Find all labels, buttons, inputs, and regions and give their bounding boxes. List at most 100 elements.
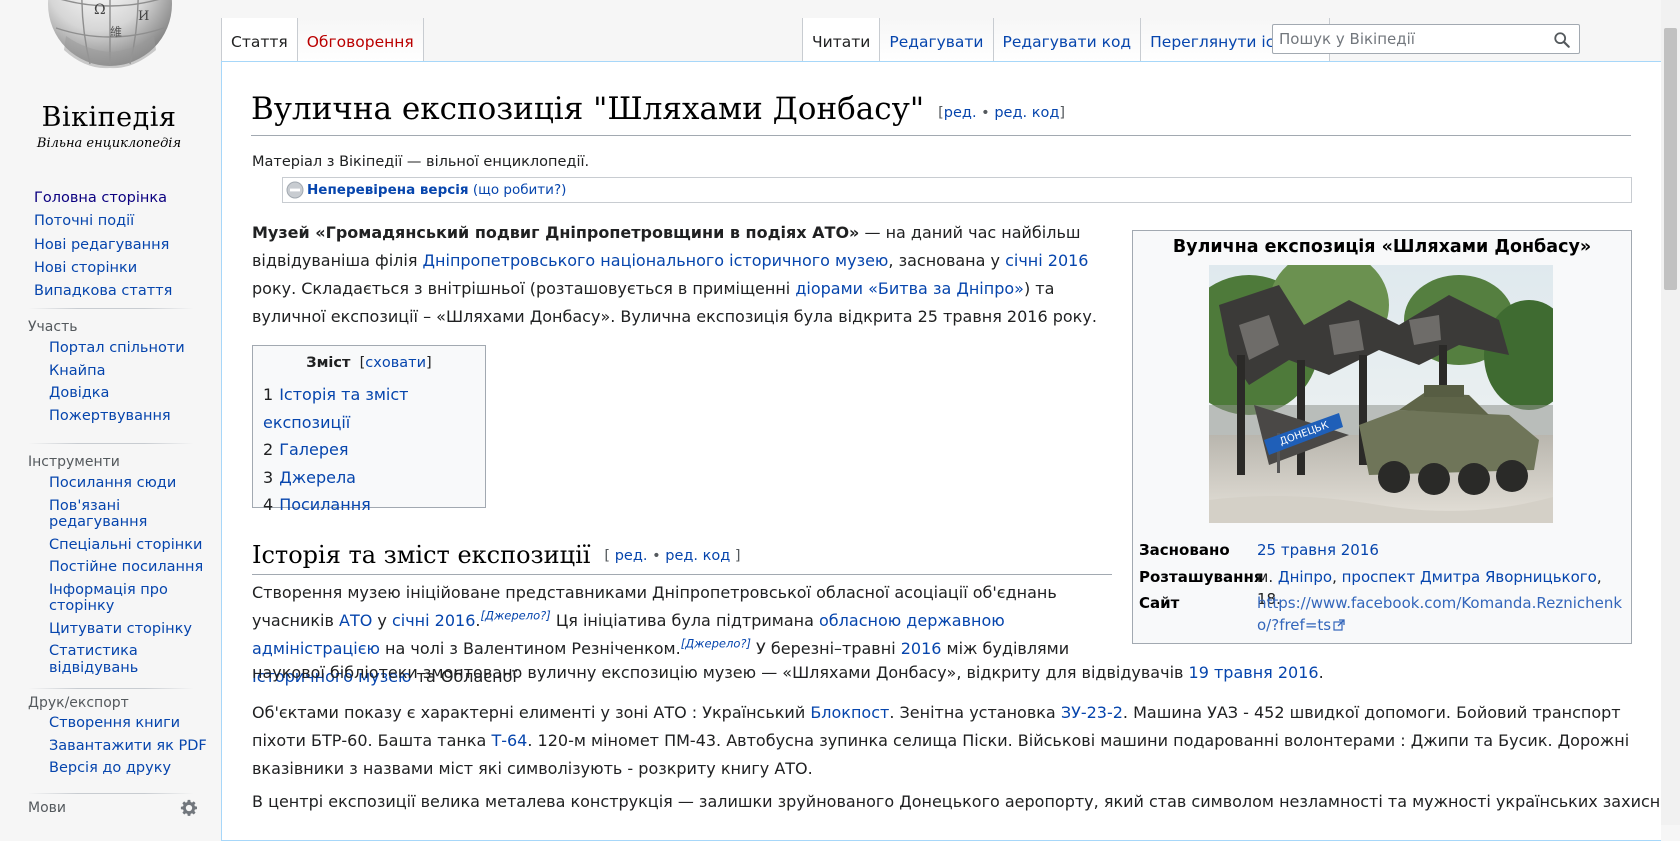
table-of-contents: Зміст [сховати] 1 Історія та зміст експоз… bbox=[252, 345, 486, 514]
exhibition-photo: ДОНЕЦЬК bbox=[1209, 265, 1553, 523]
link-may-19-2016[interactable]: 19 травня 2016 bbox=[1189, 663, 1319, 682]
tab-read[interactable]: Читати bbox=[802, 18, 881, 61]
wikipedia-logo[interactable]: W Ω И 維 Вікіпедія Вільна енциклопедія bbox=[34, 0, 184, 160]
toc-item[interactable]: 3 Джерела bbox=[263, 464, 475, 492]
link-checkpoint[interactable]: Блокпост bbox=[810, 703, 889, 722]
edit-sep: • bbox=[976, 105, 995, 121]
link-history-museum[interactable]: Дніпропетровського національного історич… bbox=[423, 251, 889, 270]
infobox-label: Сайт bbox=[1139, 594, 1180, 612]
citation-needed[interactable]: [Джерело?] bbox=[681, 637, 751, 651]
link-diorama[interactable]: діорами «Битва за Дніпро» bbox=[795, 279, 1024, 298]
text: , заснована у bbox=[888, 251, 1006, 270]
title-edit-links: [ред. • ред. код] bbox=[938, 105, 1065, 121]
nav-permanent-link[interactable]: Постійне посилання bbox=[0, 559, 220, 576]
nav-page-views[interactable]: Статистика відвідувань bbox=[0, 643, 220, 676]
main-navigation: Головна сторінка Поточні події Нові реда… bbox=[0, 190, 220, 306]
link-january-2016[interactable]: січні 2016 bbox=[1005, 251, 1088, 270]
nav-community-portal[interactable]: Портал спільноти bbox=[0, 340, 220, 357]
toc-link[interactable]: Джерела bbox=[279, 468, 356, 487]
founded-date-link[interactable]: 25 травня 2016 bbox=[1257, 541, 1379, 559]
external-link-icon bbox=[1333, 619, 1345, 631]
sidebar: W Ω И 維 Вікіпедія Вільна енциклопедія Го… bbox=[0, 0, 220, 825]
link-yavornytsky-avenue[interactable]: проспект Дмитра Яворницького bbox=[1342, 568, 1597, 586]
nav-divider bbox=[28, 688, 194, 689]
toc-number: 1 bbox=[263, 385, 274, 404]
nav-random-article[interactable]: Випадкова стаття bbox=[0, 283, 220, 300]
text: між будівлями bbox=[941, 639, 1070, 658]
nav-recent-changes[interactable]: Нові редагування bbox=[0, 237, 220, 254]
nav-special-pages[interactable]: Спеціальні сторінки bbox=[0, 537, 220, 554]
nav-download-pdf[interactable]: Завантажити як PDF bbox=[0, 738, 220, 755]
toc-link[interactable]: Посилання bbox=[279, 495, 371, 514]
link-january-2016[interactable]: січні 2016 bbox=[392, 611, 475, 630]
flagged-status[interactable]: Неперевірена версія bbox=[307, 182, 469, 198]
toc-number: 4 bbox=[263, 495, 274, 514]
bracket-close: ] bbox=[734, 548, 741, 564]
toc-toggle[interactable]: [сховати] bbox=[360, 355, 432, 371]
toc-title-text: Зміст bbox=[306, 355, 351, 371]
link-zu-23-2[interactable]: ЗУ-23-2 bbox=[1061, 703, 1123, 722]
flagged-help-link[interactable]: (що робити?) bbox=[473, 182, 567, 198]
toc-item[interactable]: 1 Історія та зміст експозиції bbox=[263, 381, 475, 436]
text: Об'єктами показу є характерні елименті у… bbox=[252, 703, 811, 722]
nav-related-changes[interactable]: Пов'язані редагування bbox=[0, 498, 220, 531]
edit-source-link[interactable]: ред. код bbox=[994, 105, 1059, 121]
search-input[interactable] bbox=[1273, 26, 1543, 52]
toc-item[interactable]: 4 Посилання bbox=[263, 491, 475, 519]
participation-portal: Участь Портал спільноти Кнайпа Довідка П… bbox=[0, 316, 220, 430]
logo-wordmark: Вікіпедія bbox=[41, 102, 177, 133]
intro-bold-title: Музей «Громадянський подвиг Дніпропетров… bbox=[252, 223, 860, 242]
page-scrollbar[interactable] bbox=[1661, 0, 1680, 825]
search-icon[interactable] bbox=[1553, 31, 1571, 49]
content-area: Вулична експозиція "Шляхами Донбасу" [ред… bbox=[221, 61, 1680, 841]
section-edit-link[interactable]: ред. bbox=[615, 548, 648, 564]
nav-create-book[interactable]: Створення книги bbox=[0, 715, 220, 732]
toc-link[interactable]: Галерея bbox=[279, 440, 348, 459]
infobox: Вулична експозиція «Шляхами Донбасу» ДОН… bbox=[1132, 230, 1632, 644]
site-subtitle: Матеріал з Вікіпедії — вільної енциклопе… bbox=[252, 154, 590, 170]
toc-link[interactable]: Історія та зміст експозиції bbox=[263, 385, 408, 432]
unreviewed-icon bbox=[286, 181, 304, 199]
flagged-revision-bar: Неперевірена версія (що робити?) bbox=[282, 177, 1632, 203]
website-link[interactable]: https://www.facebook.com/Komanda.Reznich… bbox=[1257, 594, 1622, 634]
nav-village-pump[interactable]: Кнайпа bbox=[0, 363, 220, 380]
text: на чолі з Валентином Резніченком. bbox=[379, 639, 681, 658]
nav-what-links-here[interactable]: Посилання сюди bbox=[0, 475, 220, 492]
nav-help[interactable]: Довідка bbox=[0, 385, 220, 402]
nav-new-pages[interactable]: Нові сторінки bbox=[0, 260, 220, 277]
page-title-text: Вулична експозиція "Шляхами Донбасу" bbox=[251, 91, 925, 127]
toc-item[interactable]: 2 Галерея bbox=[263, 436, 475, 464]
link-t-64[interactable]: Т-64 bbox=[491, 731, 527, 750]
section-edit-links: [ ред. • ред. код ] bbox=[604, 548, 740, 564]
nav-donate[interactable]: Пожертвування bbox=[0, 408, 220, 425]
nav-printable-version[interactable]: Версія до друку bbox=[0, 760, 220, 777]
intro-paragraph: Музей «Громадянський подвиг Дніпропетров… bbox=[252, 219, 1112, 331]
puzzle-globe-icon: W Ω И 維 bbox=[48, 0, 172, 69]
nav-divider bbox=[28, 443, 194, 444]
nav-current-events[interactable]: Поточні події bbox=[0, 213, 220, 230]
link-2016[interactable]: 2016 bbox=[901, 639, 942, 658]
nav-divider bbox=[28, 793, 194, 794]
tab-edit-source[interactable]: Редагувати код bbox=[993, 18, 1142, 61]
tab-article[interactable]: Стаття bbox=[221, 18, 298, 61]
link-ato[interactable]: АТО bbox=[339, 611, 372, 630]
tools-heading: Інструменти bbox=[28, 454, 120, 470]
citation-needed[interactable]: [Джерело?] bbox=[480, 609, 550, 623]
infobox-photo[interactable]: ДОНЕЦЬК bbox=[1209, 265, 1553, 523]
nav-page-info[interactable]: Інформація про сторінку bbox=[0, 582, 220, 615]
link-dnipro[interactable]: Дніпро bbox=[1278, 568, 1332, 586]
gear-icon[interactable] bbox=[180, 799, 198, 817]
toc-title: Зміст [сховати] bbox=[263, 355, 475, 371]
scrollbar-thumb[interactable] bbox=[1664, 28, 1677, 290]
text: м. bbox=[1257, 568, 1278, 586]
infobox-value: https://www.facebook.com/Komanda.Reznich… bbox=[1257, 592, 1625, 636]
bracket-close: ] bbox=[1059, 105, 1066, 121]
section-edit-source-link[interactable]: ред. код bbox=[665, 548, 730, 564]
tab-edit[interactable]: Редагувати bbox=[880, 18, 994, 61]
nav-main-page[interactable]: Головна сторінка bbox=[0, 190, 220, 207]
edit-link[interactable]: ред. bbox=[944, 105, 977, 121]
toc-toggle-link[interactable]: сховати bbox=[365, 355, 426, 371]
nav-cite-page[interactable]: Цитувати сторінку bbox=[0, 621, 220, 638]
print-heading: Друк/експорт bbox=[28, 695, 129, 711]
tab-talk[interactable]: Обговорення bbox=[297, 18, 424, 61]
